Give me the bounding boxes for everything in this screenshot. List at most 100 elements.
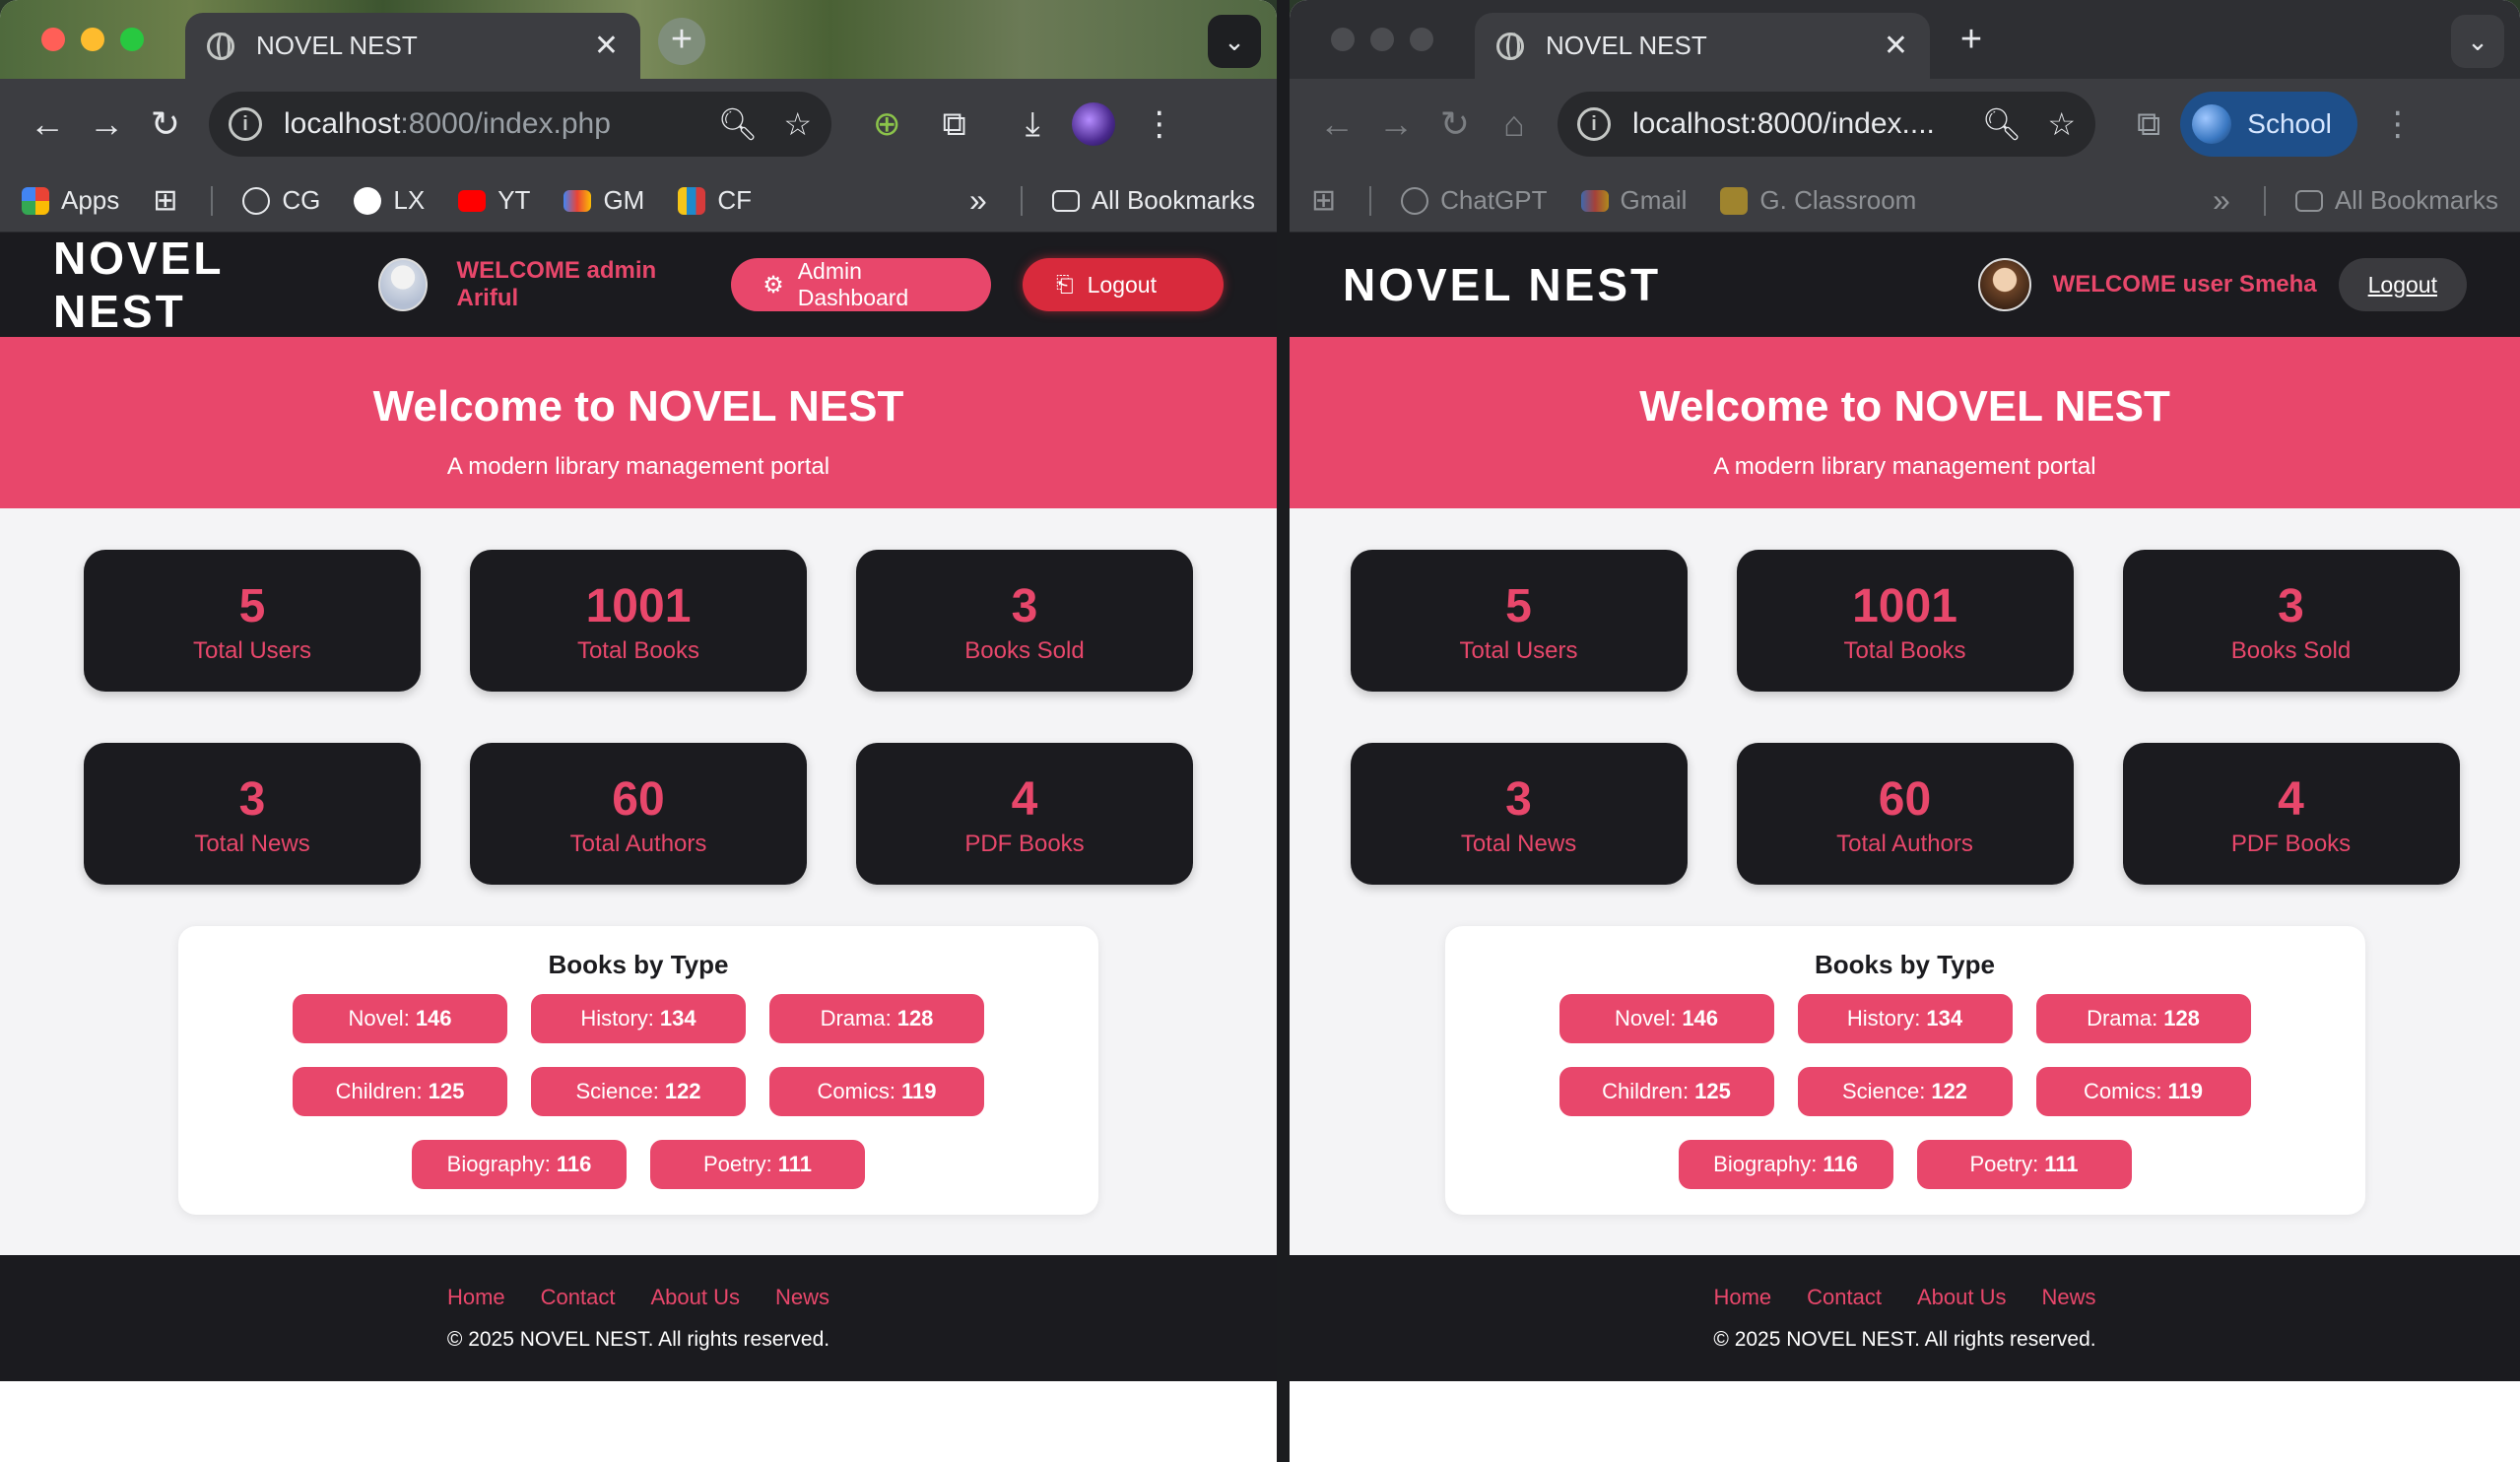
download-icon[interactable]: ⤓ xyxy=(1026,105,1040,144)
zoom-icon[interactable]: 🔍︎ xyxy=(1982,105,2023,143)
profile-button[interactable]: School xyxy=(2180,92,2357,157)
type-chip: History: 134 xyxy=(1797,994,2013,1043)
more-bookmarks-icon[interactable]: » xyxy=(969,182,987,219)
stat-label: Total News xyxy=(1460,831,1577,857)
globe-icon xyxy=(207,32,234,60)
bookmark-apps[interactable]: Apps xyxy=(22,185,119,216)
address-bar[interactable]: i localhost:8000/index.... 🔍︎ ☆ xyxy=(1558,92,2095,157)
stat-value: 4 xyxy=(2278,773,2304,826)
back-button[interactable]: ← xyxy=(18,103,77,145)
stat-card: 60 Total Authors xyxy=(1736,743,2074,885)
minimize-window-button[interactable] xyxy=(1370,28,1394,51)
maximize-window-button[interactable] xyxy=(120,28,144,51)
user-avatar xyxy=(378,258,428,311)
extension-plus-icon[interactable]: ⊕ xyxy=(873,104,901,144)
browser-toolbar: ← → ↻ ⌂ i localhost:8000/index.... 🔍︎ ☆ … xyxy=(1290,79,2520,169)
site-brand[interactable]: NOVEL NEST xyxy=(53,232,343,338)
browser-tab[interactable]: NOVEL NEST ✕ xyxy=(1475,13,1930,79)
stat-value: 3 xyxy=(238,773,266,826)
bookmark-chatgpt[interactable]: ChatGPT xyxy=(1401,185,1548,216)
stat-label: Total Users xyxy=(1459,637,1578,664)
all-bookmarks-folder[interactable]: All Bookmarks xyxy=(2294,185,2498,216)
address-bar[interactable]: i localhost:8000/index.php 🔍︎ ☆ xyxy=(209,92,831,157)
logout-button[interactable]: Logout xyxy=(2338,258,2467,311)
bookmark-yt[interactable]: YT xyxy=(458,185,530,216)
copyright: © 2025 NOVEL NEST. All rights reserved. xyxy=(446,1328,830,1351)
stat-value: 5 xyxy=(1505,580,1532,632)
zoom-icon[interactable]: 🔍︎ xyxy=(718,105,759,143)
url-text: localhost:8000/index.php xyxy=(284,107,611,140)
hero-subtitle: A modern library management portal xyxy=(446,453,830,480)
site-info-icon[interactable]: i xyxy=(1577,107,1611,141)
bookmark-gm[interactable]: GM xyxy=(564,185,644,216)
welcome-text: WELCOME admin Ariful xyxy=(456,257,657,311)
extensions-puzzle-icon[interactable]: ⧉ xyxy=(943,105,966,144)
type-chip: Science: 122 xyxy=(1797,1067,2013,1116)
youtube-icon xyxy=(458,189,487,212)
reload-button[interactable]: ↻ xyxy=(1426,103,1485,145)
type-chip: Biography: 116 xyxy=(1678,1140,1893,1189)
gmail-icon xyxy=(564,189,592,212)
bookmark-grid[interactable]: ⊞ xyxy=(1311,183,1336,218)
bookmark-star-icon[interactable]: ☆ xyxy=(783,105,812,143)
bookmark-star-icon[interactable]: ☆ xyxy=(2047,105,2076,143)
admin-dashboard-button[interactable]: ⚙ Admin Dashboard xyxy=(731,258,992,311)
menu-icon[interactable]: ⋮ xyxy=(1143,104,1176,144)
dashboard-main: 5 Total Users 1001 Total Books 3 Books Sold… xyxy=(1290,508,2520,1255)
bookmark-separator xyxy=(2263,185,2266,216)
maximize-window-button[interactable] xyxy=(1410,28,1433,51)
type-chip: History: 134 xyxy=(531,994,746,1043)
footer-link-about[interactable]: About Us xyxy=(651,1285,741,1310)
stat-card: 3 Total News xyxy=(84,743,421,885)
stat-value: 3 xyxy=(1011,580,1038,632)
home-button[interactable]: ⌂ xyxy=(1485,103,1544,145)
bookmark-cf[interactable]: CF xyxy=(678,185,752,216)
stat-label: Books Sold xyxy=(964,637,1085,664)
bookmark-lx[interactable]: LX xyxy=(354,185,425,216)
forward-button[interactable]: → xyxy=(77,103,136,145)
new-tab-button[interactable]: + xyxy=(658,18,705,65)
forward-button[interactable]: → xyxy=(1366,103,1426,145)
url-text: localhost:8000/index.... xyxy=(1632,107,1935,140)
menu-icon[interactable]: ⋮ xyxy=(2381,104,2415,144)
new-tab-button[interactable]: + xyxy=(1948,18,1995,65)
close-window-button[interactable] xyxy=(41,28,65,51)
bookmark-gmail[interactable]: Gmail xyxy=(1580,185,1687,216)
bookmark-classroom[interactable]: G. Classroom xyxy=(1720,185,1916,216)
books-by-type-title: Books by Type xyxy=(548,950,729,979)
more-bookmarks-icon[interactable]: » xyxy=(2213,182,2230,219)
close-tab-icon[interactable]: ✕ xyxy=(594,29,619,63)
footer-link-news[interactable]: News xyxy=(2042,1285,2096,1310)
type-chip: Novel: 146 xyxy=(1558,994,1774,1043)
footer-link-news[interactable]: News xyxy=(775,1285,829,1310)
site-info-icon[interactable]: i xyxy=(229,107,262,141)
stats-grid: 5 Total Users 1001 Total Books 3 Books Sold… xyxy=(0,550,1277,885)
close-window-button[interactable] xyxy=(1331,28,1355,51)
tab-search-button[interactable]: ⌄ xyxy=(2451,15,2504,68)
bookmark-grid[interactable]: ⊞ xyxy=(153,183,177,218)
browser-tab[interactable]: NOVEL NEST ✕ xyxy=(185,13,640,79)
minimize-window-button[interactable] xyxy=(81,28,104,51)
gear-icon: ⚙ xyxy=(763,271,784,299)
stat-card: 3 Books Sold xyxy=(856,550,1193,692)
close-tab-icon[interactable]: ✕ xyxy=(1884,29,1908,63)
site-brand[interactable]: NOVEL NEST xyxy=(1343,258,1661,311)
tab-search-button[interactable]: ⌄ xyxy=(1208,15,1261,68)
logout-button[interactable]: ⎗ Logout xyxy=(1023,258,1224,311)
footer-link-contact[interactable]: Contact xyxy=(1807,1285,1882,1310)
extensions-puzzle-icon[interactable]: ⧉ xyxy=(2137,105,2160,144)
profile-avatar[interactable] xyxy=(1071,102,1115,146)
reload-button[interactable]: ↻ xyxy=(136,103,195,145)
all-bookmarks-folder[interactable]: All Bookmarks xyxy=(1051,185,1255,216)
footer-link-about[interactable]: About Us xyxy=(1917,1285,2007,1310)
logout-icon: ⎗ xyxy=(1056,272,1074,297)
hero-banner: Welcome to NOVEL NEST A modern library m… xyxy=(1290,337,2520,508)
footer-link-home[interactable]: Home xyxy=(447,1285,505,1310)
stat-value: 60 xyxy=(1878,773,1932,826)
back-button[interactable]: ← xyxy=(1307,103,1366,145)
bookmark-cg[interactable]: CG xyxy=(242,185,320,216)
stat-value: 3 xyxy=(1505,773,1532,826)
lx-icon xyxy=(354,186,382,215)
footer-link-home[interactable]: Home xyxy=(1713,1285,1771,1310)
footer-link-contact[interactable]: Contact xyxy=(541,1285,616,1310)
